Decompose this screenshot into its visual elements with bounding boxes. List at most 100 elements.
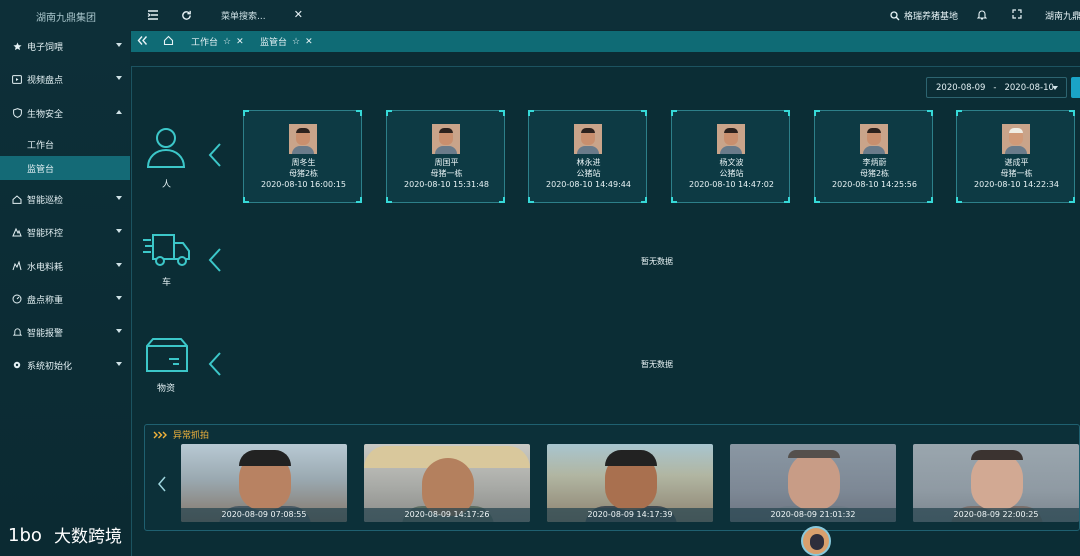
refresh-icon [181, 10, 191, 20]
menu-search-input[interactable]: 菜单搜索... ✕ [205, 5, 315, 25]
capture-time: 2020-08-09 14:17:39 [547, 508, 713, 522]
frame-corner [927, 110, 933, 116]
chevron-down-icon [116, 362, 122, 366]
chevron-left-icon[interactable] [207, 351, 223, 377]
date-separator: - [993, 82, 997, 93]
brand-title: 湖南九鼎集团 [36, 13, 96, 24]
person-card[interactable]: 谌成平 母猪一栋 2020-08-10 14:22:34 [956, 110, 1075, 203]
clear-search-icon[interactable]: ✕ [294, 8, 303, 21]
sidebar-item-label: 水电料耗 [27, 262, 64, 273]
collapse-tabs-button[interactable] [137, 35, 148, 49]
materials-empty-text: 暂无数据 [641, 360, 673, 369]
face [788, 452, 840, 510]
menu-search-placeholder: 菜单搜索... [221, 11, 266, 22]
person-icon [146, 128, 186, 168]
sidebar-item-label: 智能报警 [27, 328, 64, 339]
capture-card[interactable]: 2020-08-09 14:17:39 [547, 444, 713, 522]
sidebar-item-label: 生物安全 [27, 109, 64, 120]
frame-corner [784, 110, 790, 116]
person-time: 2020-08-10 14:25:56 [832, 180, 917, 189]
menu-toggle-button[interactable] [146, 8, 160, 22]
person-location: 母猪一栋 [1000, 169, 1033, 178]
frame-corner [956, 110, 962, 116]
top-bar: 湖南九鼎集团 菜单搜索... ✕ 格瑞养猪基地 湖南九鼎集 [0, 0, 1080, 30]
truck-icon [143, 234, 190, 266]
sidebar-subitem-supervision[interactable]: 监管台 [0, 156, 130, 180]
close-icon[interactable]: ✕ [236, 37, 244, 47]
sidebar-item-system-init[interactable]: 系统初始化 [0, 349, 130, 381]
chevron-down-icon [116, 196, 122, 200]
person-photo [717, 124, 745, 154]
tab-label: 工作台 [191, 38, 219, 48]
sidebar-item-alarm[interactable]: 智能报警 [0, 316, 130, 348]
frame-corner [927, 197, 933, 203]
watermark-logo: 1bo [8, 525, 42, 546]
person-photo [860, 124, 888, 154]
chevron-left-icon[interactable] [207, 142, 223, 168]
sidebar-item-environment[interactable]: 智能环控 [0, 216, 130, 248]
person-name: 周冬生 [291, 158, 316, 167]
person-time: 2020-08-10 16:00:15 [261, 180, 346, 189]
query-button[interactable] [1071, 77, 1080, 98]
person-card[interactable]: 杨文波 公猪站 2020-08-10 14:47:02 [671, 110, 790, 203]
menu-collapse-icon [147, 10, 158, 20]
tab-bar: 工作台 ☆ ✕ 监管台 ☆ ✕ [131, 31, 1080, 52]
row-label-person: 人 [162, 180, 172, 190]
sidebar-item-consumption[interactable]: 水电料耗 [0, 250, 130, 282]
refresh-button[interactable] [179, 8, 193, 22]
chevron-left-icon[interactable] [157, 476, 167, 492]
avatar[interactable] [801, 526, 831, 556]
star-outline-icon[interactable]: ☆ [292, 37, 300, 47]
fullscreen-icon [1012, 9, 1022, 19]
capture-card[interactable]: 2020-08-09 21:01:32 [730, 444, 896, 522]
chevron-left-icon[interactable] [207, 247, 223, 273]
capture-card[interactable]: 2020-08-09 22:00:25 [913, 444, 1079, 522]
sidebar-item-inspection[interactable]: 智能巡检 [0, 183, 130, 215]
tab-label: 监管台 [260, 38, 288, 48]
person-location: 母猪一栋 [430, 169, 463, 178]
sidebar-item-feeding[interactable]: 电子饲喂 [0, 30, 130, 62]
frame-corner [356, 110, 362, 116]
capture-card[interactable]: 2020-08-09 14:17:26 [364, 444, 530, 522]
person-card[interactable]: 李炳蔚 母猪2栋 2020-08-10 14:25:56 [814, 110, 933, 203]
frame-corner [814, 110, 820, 116]
vehicle-empty-text: 暂无数据 [641, 257, 673, 266]
person-photo [574, 124, 602, 154]
frame-corner [243, 197, 249, 203]
farm-selector[interactable]: 格瑞养猪基地 [890, 9, 958, 22]
frame-corner [356, 197, 362, 203]
person-time: 2020-08-10 14:22:34 [974, 180, 1059, 189]
sidebar-item-label: 智能巡检 [27, 195, 64, 206]
frame-corner [499, 110, 505, 116]
tab-supervision[interactable]: 监管台 ☆ ✕ [260, 35, 313, 49]
person-name: 谌成平 [1004, 158, 1029, 167]
person-card[interactable]: 周国平 母猪一栋 2020-08-10 15:31:48 [386, 110, 505, 203]
person-location: 母猪2栋 [288, 169, 319, 178]
star-outline-icon[interactable]: ☆ [223, 37, 231, 47]
person-card[interactable]: 周冬生 母猪2栋 2020-08-10 16:00:15 [243, 110, 362, 203]
video-icon [12, 74, 22, 84]
settings-icon [12, 360, 22, 370]
capture-card[interactable]: 2020-08-09 07:08:55 [181, 444, 347, 522]
person-card[interactable]: 林永进 公猪站 2020-08-10 14:49:44 [528, 110, 647, 203]
chevron-down-icon [116, 296, 122, 300]
sidebar-subitem-workbench[interactable]: 工作台 [0, 132, 130, 156]
person-location: 公猪站 [719, 169, 744, 178]
double-chevron-left-icon [137, 36, 148, 45]
frame-corner [386, 110, 392, 116]
home-tab-button[interactable] [163, 35, 174, 49]
sidebar-item-video-count[interactable]: 视频盘点 [0, 63, 130, 95]
tab-workbench[interactable]: 工作台 ☆ ✕ [191, 35, 244, 49]
user-company[interactable]: 湖南九鼎集 [1045, 9, 1080, 22]
person-name: 周国平 [434, 158, 459, 167]
date-range-picker[interactable]: 2020-08-09 - 2020-08-10 [926, 77, 1067, 98]
sidebar-item-weighing[interactable]: 盘点称重 [0, 283, 130, 315]
fullscreen-button[interactable] [1012, 9, 1022, 22]
chevron-down-icon [1052, 86, 1058, 90]
scale-icon [12, 294, 22, 304]
bell-icon [12, 327, 22, 337]
sidebar-item-biosecurity[interactable]: 生物安全 [0, 97, 130, 129]
close-icon[interactable]: ✕ [305, 37, 313, 47]
watermark-text: 大数跨境 [54, 526, 122, 547]
notifications-button[interactable] [976, 9, 988, 23]
